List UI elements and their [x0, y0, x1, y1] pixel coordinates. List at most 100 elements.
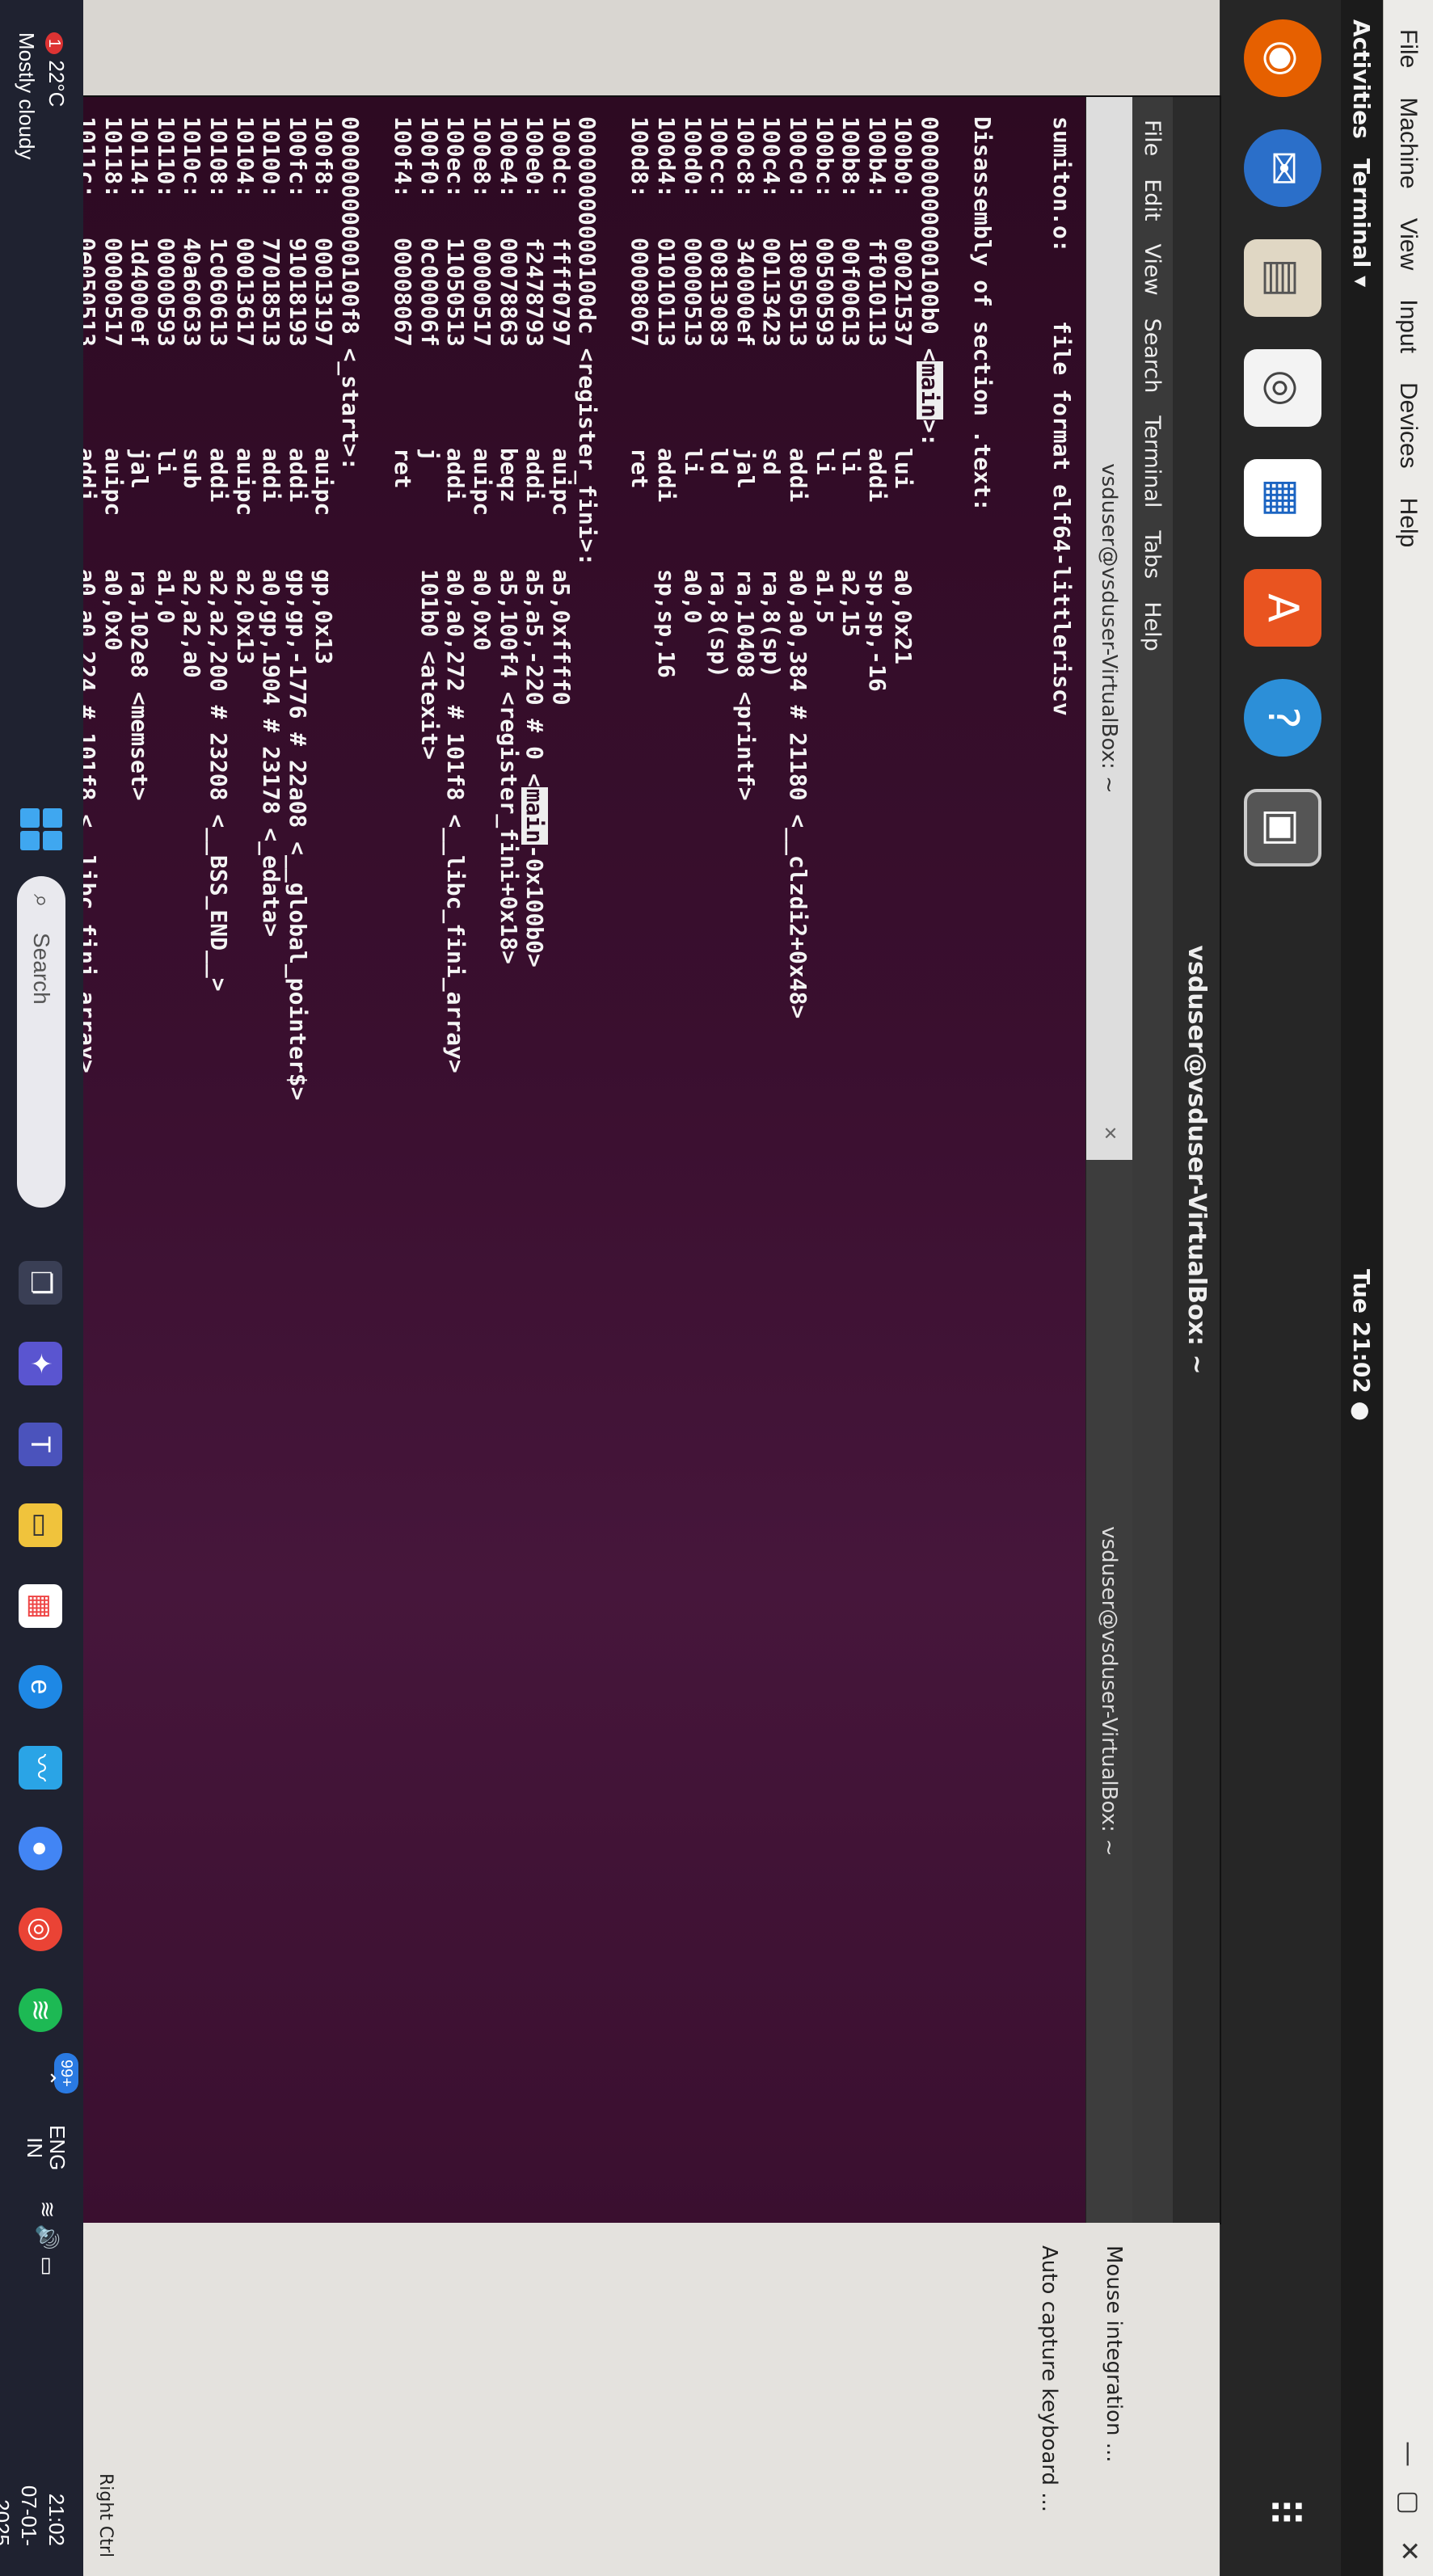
- activities-button[interactable]: Activities: [1348, 19, 1375, 139]
- wifi-icon[interactable]: ≋: [36, 2201, 60, 2219]
- term-menu-terminal[interactable]: Terminal: [1140, 415, 1165, 508]
- auto-capture-notice[interactable]: Auto capture keyboard ...: [1037, 2245, 1061, 2512]
- instruction-mnemonic: ret: [390, 448, 417, 489]
- taskbar-date: 07-01-2025: [0, 2485, 41, 2546]
- term-menu-file[interactable]: File: [1140, 120, 1165, 156]
- term-menu-search[interactable]: Search: [1140, 318, 1165, 394]
- terminal-app-menu[interactable]: Terminal ▾: [1348, 158, 1375, 287]
- term-menu-help[interactable]: Help: [1140, 601, 1165, 651]
- instruction-mnemonic: sd: [758, 448, 786, 475]
- highlighted-symbol: main: [917, 361, 944, 419]
- writer-icon[interactable]: ▦: [1244, 459, 1321, 537]
- instruction-address: 100b8:: [837, 116, 865, 199]
- instruction-hex: 00000593: [152, 238, 179, 347]
- instruction-address: 100bc:: [811, 116, 838, 199]
- show-apps-icon[interactable]: ⠿: [1244, 2473, 1321, 2551]
- vbox-menu-file[interactable]: File: [1395, 29, 1422, 68]
- vbox-menu-view[interactable]: View: [1395, 218, 1422, 270]
- file-explorer-icon[interactable]: ▭: [19, 1503, 62, 1547]
- instruction-address: 1010c:: [179, 116, 206, 199]
- terminal-line: 10114: 1d4000ef jal ra,102e8 <memset>: [126, 116, 153, 2203]
- vbox-menu-input[interactable]: Input: [1395, 299, 1422, 353]
- instruction-mnemonic: addi: [284, 448, 311, 503]
- terminal-line: 10108: 1c060613 addi a2,a2,200 # 23208 <__B…: [204, 116, 232, 2203]
- instruction-hex: 00f00613: [837, 238, 865, 347]
- terminal-line: 100bc: 00500593 li a1,5: [811, 116, 838, 2203]
- terminal-line: 100f0: 0c00006f j 101b0 <atexit>: [415, 116, 443, 2203]
- spotify-icon[interactable]: ≋: [19, 1988, 62, 2032]
- rhythmbox-icon[interactable]: ◎: [1244, 349, 1321, 427]
- search-placeholder: Search: [29, 933, 54, 1005]
- files-icon[interactable]: ▤: [1244, 239, 1321, 317]
- term-menu-tabs[interactable]: Tabs: [1140, 530, 1165, 579]
- system-tray[interactable]: ⌃ ENG IN ≋ 🔊 ▭: [23, 2069, 70, 2276]
- instruction-address: 10118:: [99, 116, 127, 199]
- taskbar-search-box[interactable]: ⌕ Search: [17, 876, 65, 1208]
- task-view-icon[interactable]: ❐: [19, 1261, 62, 1305]
- windows-start-icon[interactable]: [20, 808, 62, 850]
- terminal-line: 100c8: 340000ef jal ra,10408 <printf>: [731, 116, 759, 2203]
- maximize-icon[interactable]: ▢: [1391, 2481, 1428, 2523]
- terminal-line: 100fc: 91018193 addi gp,gp,-1776 # 22a08 <_…: [284, 116, 311, 2203]
- vm-status-panel: Mouse integration ... Auto capture keybo…: [83, 2223, 1220, 2576]
- instruction-address: 100b4:: [863, 116, 891, 199]
- instruction-operands: ra,102e8 <memset>: [126, 569, 154, 801]
- edge-icon[interactable]: e: [19, 1665, 62, 1709]
- language-code[interactable]: ENG: [45, 2125, 70, 2170]
- chevron-up-icon[interactable]: ⌃: [36, 2069, 60, 2087]
- terminal-output[interactable]: sumiton.o: file format elf64-littleriscv…: [83, 97, 1085, 2223]
- instruction-operands: a5,0xffff0: [547, 569, 575, 706]
- terminal-line: 100f8: 00013197 auipc gp,0x13: [310, 116, 337, 2203]
- instruction-mnemonic: beqz: [495, 448, 522, 503]
- teams-icon[interactable]: T: [19, 1423, 62, 1466]
- instruction-hex: 40a60633: [179, 238, 206, 347]
- terminal-dock-icon[interactable]: ▣: [1244, 789, 1321, 866]
- instruction-address: 10104:: [231, 116, 259, 199]
- term-menu-edit[interactable]: Edit: [1140, 179, 1165, 221]
- region-code[interactable]: IN: [23, 2137, 47, 2158]
- vbox-menu-help[interactable]: Help: [1395, 498, 1422, 548]
- instruction-mnemonic: ret: [626, 448, 654, 489]
- weather-alert-badge: 1: [45, 32, 63, 55]
- instruction-mnemonic: li: [837, 448, 865, 475]
- instruction-operands: a2,a2,a0: [179, 569, 206, 678]
- chrome-icon[interactable]: ◎: [19, 1908, 62, 1951]
- instruction-operands: a0,a0,272 # 101f8 <__libc_fini_array>: [442, 569, 470, 1073]
- software-icon[interactable]: A: [1244, 569, 1321, 647]
- close-icon[interactable]: ✕: [1391, 2530, 1428, 2572]
- battery-icon[interactable]: ▭: [36, 2256, 60, 2276]
- terminal-tab-1[interactable]: vsduser@vsduser-VirtualBox: ~ ✕: [1086, 97, 1132, 1160]
- taskbar-clock[interactable]: 21:02 07-01-2025: [0, 2449, 70, 2546]
- instruction-mnemonic: addi: [863, 448, 891, 503]
- thunderbird-icon[interactable]: ✉: [1244, 129, 1321, 207]
- instruction-hex: 00078863: [495, 238, 522, 347]
- instruction-mnemonic: addi: [83, 448, 101, 503]
- weather-widget[interactable]: 1 22°C Mostly cloudy: [13, 32, 70, 160]
- close-tab-icon[interactable]: ✕: [1085, 1126, 1132, 1140]
- instruction-hex: 00000517: [99, 238, 127, 347]
- volume-icon[interactable]: 🔊: [36, 2224, 60, 2250]
- store-icon[interactable]: ▦: [19, 1584, 62, 1628]
- instruction-hex: 0c00006f: [415, 238, 443, 347]
- copilot-icon[interactable]: ✦: [19, 1342, 62, 1385]
- terminal-line: 100e4: 00078863 beqz a5,100f4 <register_fin…: [495, 116, 522, 2203]
- ubuntu-topbar: Activities Terminal ▾ Tue 21:02 ●: [1341, 0, 1383, 2576]
- highlighted-symbol: main: [521, 786, 549, 845]
- mouse-integration-notice[interactable]: Mouse integration ...: [1102, 2245, 1126, 2463]
- instruction-mnemonic: li: [152, 448, 179, 475]
- chrome-profile-icon[interactable]: ●: [19, 1827, 62, 1870]
- topbar-clock[interactable]: Tue 21:02 ●: [1348, 1269, 1375, 1421]
- instruction-hex: 340000ef: [731, 238, 759, 347]
- terminal-tab-2[interactable]: vsduser@vsduser-VirtualBox: ~: [1086, 1160, 1132, 2223]
- firefox-icon[interactable]: ◉: [1244, 19, 1321, 97]
- instruction-address: 100fc:: [284, 116, 311, 199]
- whiteboard-icon[interactable]: 〰: [19, 1746, 62, 1790]
- vbox-menu-machine[interactable]: Machine: [1395, 97, 1422, 188]
- vbox-menu-devices[interactable]: Devices: [1395, 382, 1422, 469]
- minimize-icon[interactable]: —: [1391, 2433, 1428, 2475]
- instruction-operands: ra,10408 <printf>: [731, 569, 759, 801]
- term-menu-view[interactable]: View: [1140, 243, 1165, 295]
- instruction-operands: sp,sp,-16: [863, 569, 891, 692]
- help-icon[interactable]: ?: [1244, 679, 1321, 757]
